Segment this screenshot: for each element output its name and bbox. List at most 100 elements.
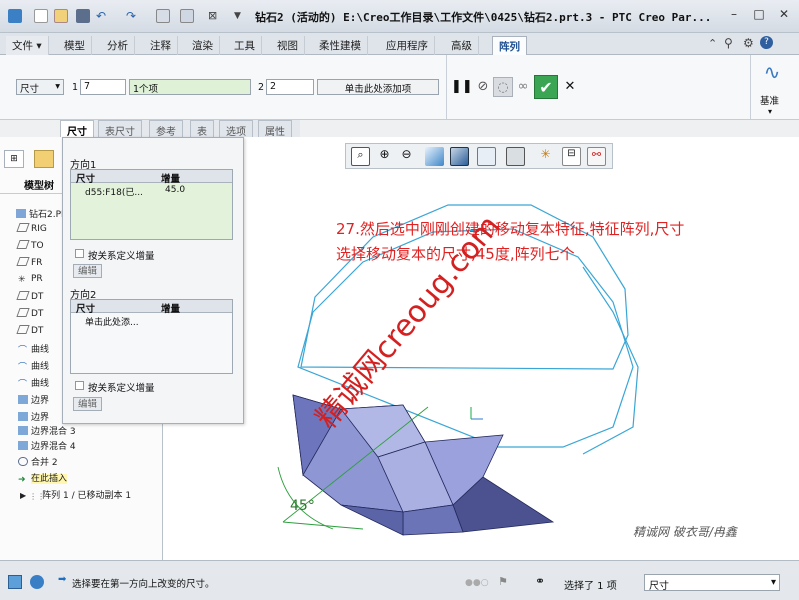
- close-button[interactable]: ✕: [773, 5, 795, 23]
- tab-analysis[interactable]: 分析: [101, 36, 135, 55]
- cancel-button[interactable]: ✕: [560, 77, 580, 97]
- datum-display-icon[interactable]: ✳: [536, 147, 555, 166]
- tab-model[interactable]: 模型: [58, 36, 92, 55]
- row-increment[interactable]: 45.0: [165, 185, 185, 195]
- edit-button-1[interactable]: 编辑: [73, 264, 102, 278]
- angle-dimension-label[interactable]: 45°: [290, 498, 315, 514]
- panel-tab-table[interactable]: 表: [190, 120, 214, 138]
- direction1-table[interactable]: 尺寸 增量 d55:F18(已... 45.0: [70, 169, 233, 240]
- flag-icon[interactable]: ⚑: [498, 575, 508, 588]
- pattern-type-select[interactable]: 尺寸 ▾: [16, 79, 64, 95]
- settings-icon[interactable]: ⚙: [743, 36, 754, 50]
- tree-item[interactable]: 边界混合 3: [18, 424, 76, 437]
- datum-dropdown-icon[interactable]: ▾: [768, 107, 772, 116]
- tab-advanced[interactable]: 高级: [445, 36, 479, 55]
- regenerate-icon[interactable]: [156, 9, 170, 23]
- tree-item[interactable]: FR: [16, 257, 42, 268]
- verify-icon[interactable]: ∞: [513, 77, 533, 97]
- tab-flexible-modeling[interactable]: 柔性建模: [313, 36, 368, 55]
- tree-view-icon[interactable]: ⊞: [4, 150, 24, 168]
- expand-arrow-icon[interactable]: ▶: [20, 491, 26, 500]
- tree-item[interactable]: RIG: [16, 223, 47, 234]
- dir2-count-input[interactable]: 2: [266, 79, 314, 95]
- table-row[interactable]: 单击此处添...: [71, 313, 232, 328]
- tree-item[interactable]: ➜ 在此插入: [18, 471, 68, 485]
- relation-checkbox-2[interactable]: [75, 381, 84, 390]
- tree-item[interactable]: ⌒ 曲线: [18, 359, 49, 373]
- panel-tab-references[interactable]: 参考: [149, 120, 183, 138]
- tree-item[interactable]: DT: [16, 291, 43, 302]
- browser-toggle-icon[interactable]: [30, 575, 44, 589]
- dir1-count-input[interactable]: 7: [80, 79, 126, 95]
- dir1-items-collector[interactable]: 1个项: [129, 79, 251, 95]
- tree-item[interactable]: 边界混合 4: [18, 439, 76, 452]
- tab-pattern[interactable]: 阵列: [492, 36, 527, 55]
- tab-tools[interactable]: 工具: [228, 36, 262, 55]
- direction2-table[interactable]: 尺寸 增量 单击此处添...: [70, 299, 233, 374]
- selection-count[interactable]: 选择了 1 项: [564, 577, 617, 592]
- pattern-dashboard: 尺寸 ▾ 1 7 1个项 2 2 单击此处添加项 ❚❚ ⊘ ◌ ∞ ✔ ✕ ∿ 基…: [0, 55, 799, 120]
- zoom-in-icon[interactable]: ⊕: [375, 147, 394, 166]
- ok-button[interactable]: ✔: [534, 75, 558, 99]
- panel-tab-dimensions[interactable]: 尺寸: [60, 120, 94, 138]
- tree-item[interactable]: 合并 2: [18, 455, 58, 468]
- panel-tab-options[interactable]: 选项: [219, 120, 253, 138]
- preview-icon[interactable]: ◌: [493, 77, 513, 97]
- tree-item[interactable]: 边界: [18, 410, 49, 423]
- creo-window: ↶ ↷ ⊠ ▼ 钻石2 (活动的) E:\Creo工作目录\工作文件\0425\…: [0, 0, 799, 600]
- selection-filter[interactable]: 尺寸 ▾: [644, 574, 780, 592]
- refit-icon[interactable]: ⌕: [351, 147, 370, 166]
- annotation-display-icon[interactable]: ⊟: [562, 147, 581, 166]
- undo-icon[interactable]: ↶: [96, 9, 110, 23]
- new-icon[interactable]: [34, 9, 48, 23]
- spin-center-icon[interactable]: ⚯: [587, 147, 606, 166]
- table-row[interactable]: d55:F18(已... 45.0: [71, 183, 232, 198]
- display-style-icon[interactable]: [450, 147, 469, 166]
- panel-tab-properties[interactable]: 属性: [258, 120, 292, 138]
- tab-view[interactable]: 视图: [271, 36, 305, 55]
- no-preview-icon[interactable]: ⊘: [473, 77, 493, 97]
- tree-item[interactable]: TO: [16, 240, 44, 251]
- datum-icon[interactable]: ∿: [759, 60, 785, 86]
- open-icon[interactable]: [54, 9, 68, 23]
- windows-icon[interactable]: [180, 9, 194, 23]
- saved-views-icon[interactable]: [477, 147, 496, 166]
- tab-annotate[interactable]: 注释: [144, 36, 178, 55]
- tree-item[interactable]: 边界: [18, 393, 49, 406]
- minimize-button[interactable]: –: [723, 5, 745, 23]
- relation-checkbox-1[interactable]: [75, 249, 84, 258]
- author-signature: 精诚网 破衣哥/冉鑫: [633, 525, 737, 539]
- tab-applications[interactable]: 应用程序: [380, 36, 435, 55]
- panel-tab-table-dimensions[interactable]: 表尺寸: [98, 120, 142, 138]
- repaint-icon[interactable]: [425, 147, 444, 166]
- close-window-icon[interactable]: ⊠: [208, 9, 222, 23]
- navigator-toggle-icon[interactable]: [8, 575, 22, 589]
- maximize-button[interactable]: □: [748, 5, 770, 23]
- help-icon[interactable]: ?: [760, 36, 773, 49]
- find-icon[interactable]: ⚭: [535, 574, 545, 588]
- tree-item[interactable]: ▶ ⋮⋮阵列 1 / 已移动副本 1: [20, 488, 131, 501]
- edit-button-2[interactable]: 编辑: [73, 397, 102, 411]
- tree-item[interactable]: ⌒ 曲线: [18, 342, 49, 356]
- tab-render[interactable]: 渲染: [186, 36, 220, 55]
- help-expand-icon[interactable]: ⌃: [708, 37, 717, 50]
- customize-qa-icon[interactable]: ▼: [234, 9, 248, 23]
- tree-item[interactable]: ⌒ 曲线: [18, 376, 49, 390]
- folder-browser-icon[interactable]: [34, 150, 54, 168]
- selection-filter-value: 尺寸: [649, 581, 669, 592]
- search-icon[interactable]: ⚲: [724, 36, 733, 50]
- zoom-out-icon[interactable]: ⊖: [397, 147, 416, 166]
- redo-icon[interactable]: ↷: [126, 9, 140, 23]
- tree-item-label: DT: [31, 309, 44, 319]
- tree-item[interactable]: ✳ PR: [18, 274, 43, 285]
- tree-item[interactable]: DT: [16, 325, 43, 336]
- model-tree-tab[interactable]: 模型树: [24, 177, 54, 192]
- view-manager-icon[interactable]: [506, 147, 525, 166]
- graphics-canvas[interactable]: [163, 137, 799, 560]
- tree-root[interactable]: 钻石2.PR: [16, 207, 67, 220]
- save-icon[interactable]: [76, 9, 90, 23]
- tree-item[interactable]: DT: [16, 308, 44, 319]
- file-menu[interactable]: 文件 ▾: [6, 36, 49, 55]
- pause-icon[interactable]: ❚❚: [451, 77, 473, 97]
- dir2-items-collector[interactable]: 单击此处添加项: [317, 79, 439, 95]
